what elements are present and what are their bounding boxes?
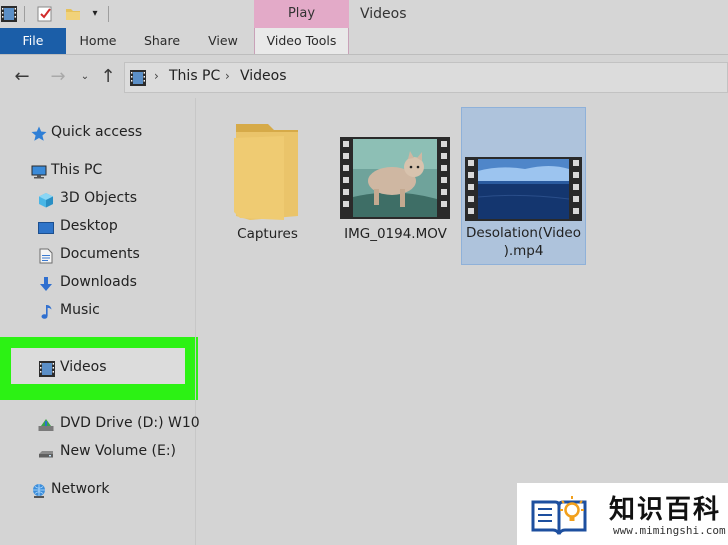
sidebar-item-label: DVD Drive (D:) W10 [60, 415, 200, 431]
video-film-icon [39, 361, 55, 377]
sidebar-item-label: Videos [60, 359, 107, 375]
breadcrumb-this-pc[interactable]: This PC [169, 68, 220, 84]
cube-icon [39, 193, 53, 208]
breadcrumb-videos[interactable]: Videos [240, 68, 287, 84]
sidebar-item-documents[interactable]: Documents [37, 244, 187, 268]
video-film-icon [130, 70, 146, 86]
sidebar-item-quick-access[interactable]: Quick access [30, 122, 180, 146]
sidebar-item-label: Desktop [60, 218, 118, 234]
video-film-icon[interactable] [0, 5, 18, 23]
new-folder-icon[interactable] [64, 5, 82, 23]
file-item-captures[interactable]: Captures [220, 115, 315, 245]
video-thumbnail-sea [465, 157, 582, 221]
desktop-icon [38, 222, 54, 234]
tab-home[interactable]: Home [70, 28, 126, 54]
breadcrumb-separator[interactable]: › [225, 69, 230, 83]
network-icon [33, 484, 45, 498]
recent-locations-button[interactable]: ⌄ [74, 66, 96, 88]
watermark-title: 知识百科 [609, 495, 722, 525]
qat-dropdown-button[interactable]: ▾ [86, 5, 104, 23]
address-bar[interactable]: › This PC › Videos [124, 62, 728, 93]
ribbon-divider [0, 54, 728, 55]
document-icon [39, 248, 53, 264]
sidebar-item-label: Documents [60, 246, 140, 262]
video-thumbnail-cat [340, 137, 450, 219]
file-item-desolation[interactable]: Desolation(Video ).mp4 [461, 107, 586, 265]
watermark-url: www.mimingshi.com [613, 524, 726, 537]
sidebar-item-label: Music [60, 302, 100, 318]
folder-icon [234, 124, 298, 220]
tab-file[interactable]: File [0, 28, 66, 54]
sidebar-item-new-volume[interactable]: New Volume (E:) [37, 441, 187, 465]
music-note-icon [41, 305, 52, 319]
tab-view[interactable]: View [198, 28, 248, 54]
forward-button[interactable]: → [47, 66, 69, 88]
breadcrumb-separator[interactable]: › [154, 69, 159, 83]
sidebar-divider [195, 98, 196, 545]
sidebar-item-label: 3D Objects [60, 190, 138, 206]
star-icon [31, 126, 47, 141]
sidebar-item-label: Downloads [60, 274, 137, 290]
book-lightbulb-logo-icon [531, 496, 587, 535]
sidebar-item-downloads[interactable]: Downloads [37, 272, 187, 296]
sidebar-item-videos[interactable]: Videos [38, 357, 178, 381]
sidebar-item-music[interactable]: Music [37, 300, 187, 324]
sidebar-item-dvd-drive[interactable]: DVD Drive (D:) W10 [37, 413, 200, 437]
navigation-bar: ← → ⌄ ↑ › This PC › Videos [0, 56, 728, 98]
computer-icon [31, 165, 47, 179]
ribbon-tabs: File Home Share View Video Tools [0, 28, 728, 54]
qat-separator [108, 6, 109, 22]
sidebar-item-this-pc[interactable]: This PC [30, 160, 180, 184]
title-bar: ▾ Play Videos [0, 0, 728, 28]
drive-icon [39, 451, 53, 458]
file-item-label: IMG_0194.MOV [344, 226, 447, 242]
properties-icon[interactable] [36, 5, 54, 23]
file-item-label-line-1: Desolation(Video [466, 225, 581, 241]
file-item-img-0194[interactable]: IMG_0194.MOV [338, 115, 453, 245]
up-button[interactable]: ↑ [97, 66, 119, 88]
file-item-label: Captures [237, 226, 298, 242]
back-button[interactable]: ← [11, 66, 33, 88]
sidebar-item-network[interactable]: Network [30, 479, 180, 503]
sidebar-item-label: This PC [51, 162, 103, 178]
play-context-tab[interactable]: Play [254, 0, 349, 28]
play-tab-label: Play [287, 6, 316, 21]
sidebar-item-label: Quick access [51, 124, 143, 140]
tab-video-tools[interactable]: Video Tools [254, 28, 349, 54]
tab-share[interactable]: Share [136, 28, 188, 54]
file-item-label-line-2: ).mp4 [503, 243, 544, 259]
qat-separator [24, 6, 25, 22]
sidebar-item-3d-objects[interactable]: 3D Objects [37, 188, 187, 212]
watermark-badge: 知识百科 www.mimingshi.com [517, 483, 728, 545]
sidebar-item-label: New Volume (E:) [60, 443, 176, 459]
sidebar-item-desktop[interactable]: Desktop [37, 216, 187, 240]
window-title: Videos [360, 6, 407, 22]
dvd-drive-icon [38, 419, 54, 431]
sidebar-item-label: Network [51, 481, 110, 497]
download-arrow-icon [40, 277, 52, 291]
